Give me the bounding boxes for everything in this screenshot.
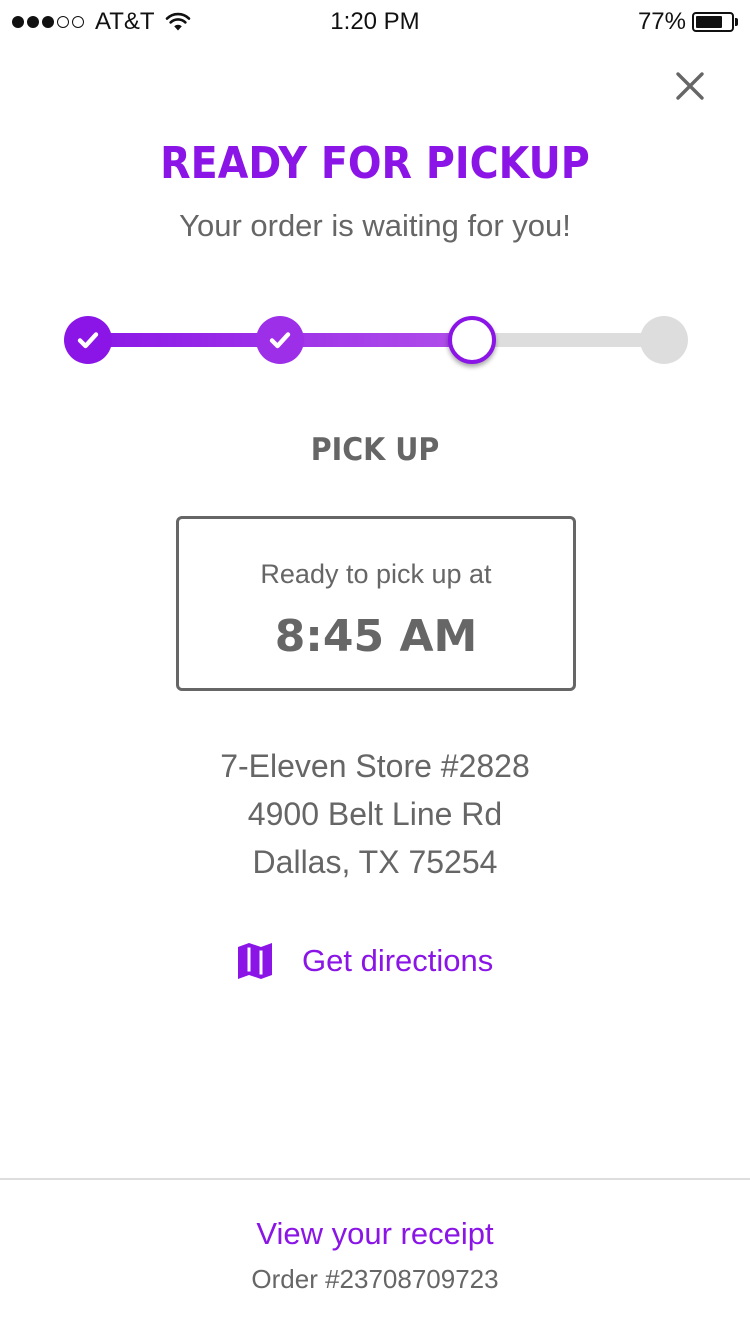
view-receipt-link[interactable]: View your receipt (256, 1216, 493, 1251)
battery-percent: 77% (637, 8, 686, 35)
order-progress-tracker (64, 316, 688, 364)
current-step-label: PICK UP (310, 432, 440, 468)
status-bar: AT&T 1:20 PM 77% (0, 0, 750, 44)
pickup-time-card: Ready to pick up at 8:45 AM (176, 516, 576, 691)
store-street: 4900 Belt Line Rd (247, 796, 503, 832)
map-icon (238, 943, 272, 979)
battery-level-fill (696, 16, 723, 28)
close-button[interactable] (670, 66, 710, 106)
status-bar-right: 77% (638, 8, 738, 36)
page-title: READY FOR PICKUP (160, 138, 590, 189)
pickup-time-value: 8:45 AM (274, 611, 478, 662)
page-subtitle: Your order is waiting for you! (179, 208, 571, 243)
close-icon (676, 72, 704, 100)
get-directions-label: Get directions (302, 943, 494, 978)
battery-icon (692, 12, 734, 32)
progress-step-current (448, 316, 496, 364)
store-city-state-zip: Dallas, TX 75254 (252, 844, 498, 880)
view-receipt-link-row: View your receipt (0, 1216, 750, 1252)
progress-step-pending (640, 316, 688, 364)
order-number: Order #23708709723 (251, 1264, 499, 1294)
store-name: 7-Eleven Store #2828 (220, 748, 530, 784)
store-address: 7-Eleven Store #2828 4900 Belt Line Rd D… (0, 742, 750, 886)
order-status-screen: AT&T 1:20 PM 77% READY FOR PICKUP Your o… (0, 0, 750, 1334)
progress-step-completed (256, 316, 304, 364)
progress-step-completed (64, 316, 112, 364)
battery-cap (735, 18, 738, 26)
pickup-time-caption: Ready to pick up at (260, 559, 492, 589)
get-directions-link[interactable]: Get directions (236, 938, 493, 984)
check-icon (269, 332, 291, 349)
footer-divider (0, 1178, 750, 1180)
check-icon (77, 332, 99, 349)
